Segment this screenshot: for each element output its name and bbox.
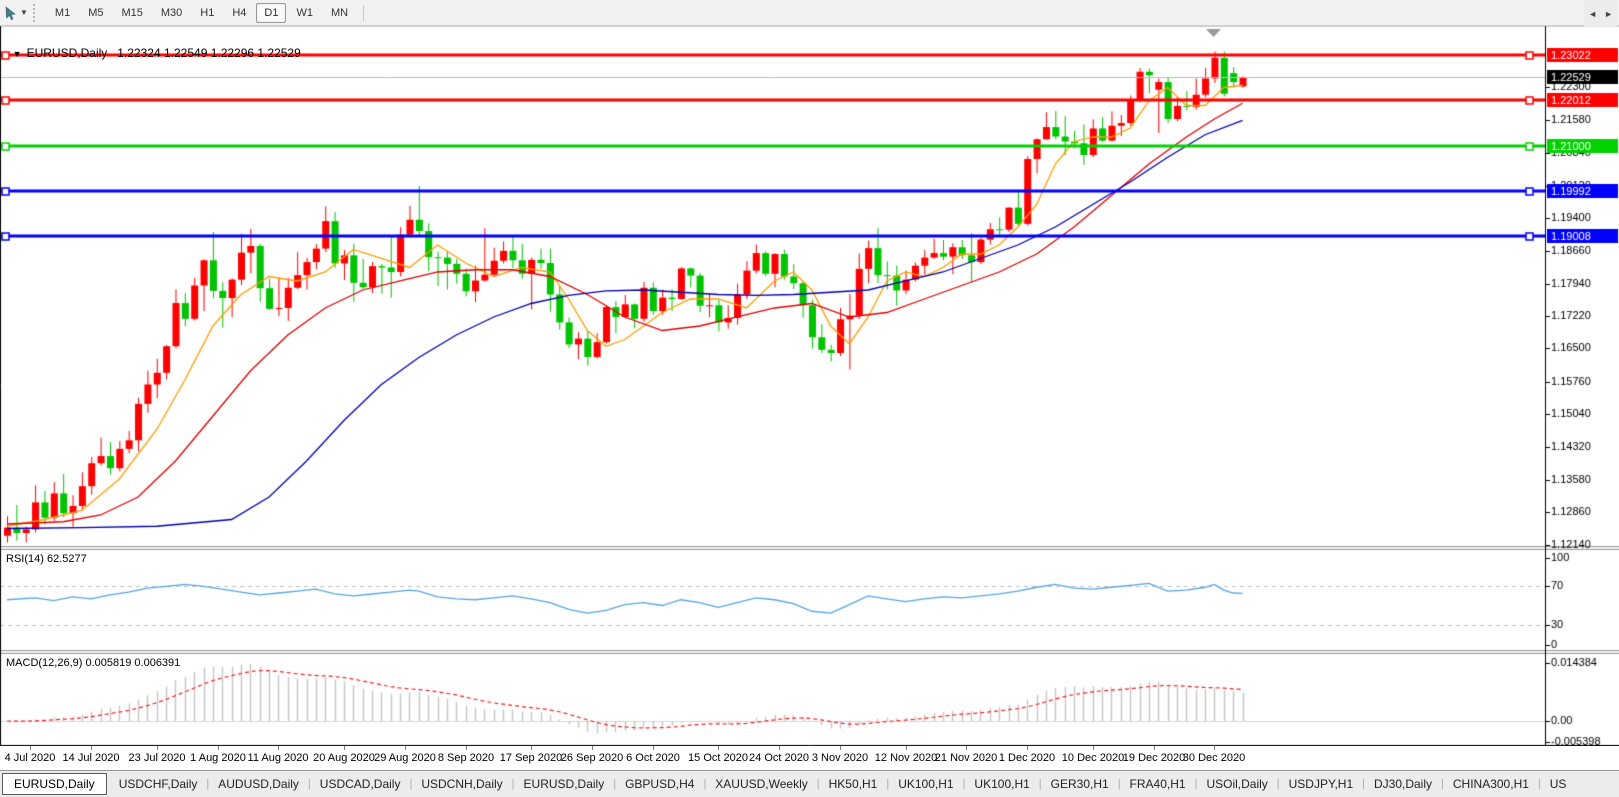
chart-tab-dj30-daily[interactable]: DJ30,Daily [1365,774,1441,794]
toolbar-separator [363,5,364,21]
date-axis-label: 21 Nov 2020 [935,752,997,764]
chart-tab-ger30-h1[interactable]: GER30,H1 [1042,774,1118,794]
chart-tab-china300-h1[interactable]: CHINA300,H1 [1444,774,1538,794]
date-axis-label: 1 Aug 2020 [190,752,246,764]
date-axis-tick [779,746,780,750]
tab-scroll-arrows: ◄ ► [1584,0,1617,27]
timeframe-buttons: M1M5M15M30H1H4D1W1MN [46,3,357,23]
price-chart-canvas[interactable] [0,25,1619,747]
date-axis-label: 12 Nov 2020 [875,752,937,764]
rsi-label: RSI(14) 62.5277 [6,553,87,565]
date-axis-label: 29 Aug 2020 [374,752,436,764]
date-axis-label: 17 Sep 2020 [500,752,562,764]
chart-tab-eurusd-daily[interactable]: EURUSD,Daily [515,774,614,794]
date-axis-tick [218,746,219,750]
chart-tab-usdcnh-daily[interactable]: USDCNH,Daily [412,774,511,794]
date-axis-tick [966,746,967,750]
date-axis[interactable]: 4 Jul 2020 14 Jul 2020 23 Jul 2020 1 Aug 20… [0,746,1619,770]
date-axis-label: 3 Nov 2020 [812,752,868,764]
date-axis-tick [157,746,158,750]
date-axis-tick [906,746,907,750]
date-axis-label: 8 Sep 2020 [438,752,494,764]
date-axis-tick [466,746,467,750]
timeframe-button-h4[interactable]: H4 [224,3,254,23]
timeframe-button-mn[interactable]: MN [323,3,356,23]
date-axis-label: 24 Oct 2020 [749,752,809,764]
date-axis-tick [718,746,719,750]
date-axis-tick [531,746,532,750]
chart-tab-usdchf-daily[interactable]: USDCHF,Daily [110,774,207,794]
date-axis-label: 23 Jul 2020 [129,752,186,764]
chart-title: ▼ EURUSD,Daily 1.22324 1.22549 1.22296 1.… [6,32,301,60]
date-axis-label: 6 Oct 2020 [626,752,680,764]
chart-tab-xauusd-weekly[interactable]: XAUUSD,Weekly [706,774,816,794]
chart-tab-usoil-daily[interactable]: USOil,Daily [1197,774,1276,794]
date-axis-label: 4 Jul 2020 [5,752,56,764]
date-axis-tick [592,746,593,750]
chart-tab-gbpusd-h4[interactable]: GBPUSD,H4 [616,774,703,794]
date-axis-tick [1214,746,1215,750]
date-axis-tick [840,746,841,750]
toolbar-grip [33,4,40,22]
date-axis-tick [278,746,279,750]
cursor-tool-icon[interactable] [2,4,20,22]
timeframe-button-w1[interactable]: W1 [288,3,321,23]
date-axis-label: 30 Dec 2020 [1183,752,1245,764]
date-axis-tick [91,746,92,750]
timeframe-button-m15[interactable]: M15 [113,3,150,23]
date-axis-tick [1027,746,1028,750]
date-axis-label: 20 Aug 2020 [313,752,375,764]
collapse-icon[interactable]: ▼ [13,49,22,59]
chart-tab-uk100-h1[interactable]: UK100,H1 [889,774,962,794]
chart-tab-bar: EURUSD,DailyUSDCHF,Daily|AUDUSD,Daily|US… [0,770,1619,797]
top-toolbar: ▼ M1M5M15M30H1H4D1W1MN [0,0,1619,26]
timeframe-button-m1[interactable]: M1 [47,3,78,23]
chart-tab-us[interactable]: US [1541,774,1576,794]
chart-tab-hk50-h1[interactable]: HK50,H1 [820,774,887,794]
timeframe-button-m5[interactable]: M5 [80,3,111,23]
chart-tab-audusd-daily[interactable]: AUDUSD,Daily [209,774,308,794]
chart-tab-fra40-h1[interactable]: FRA40,H1 [1121,774,1195,794]
date-axis-tick [1093,746,1094,750]
date-axis-tick [344,746,345,750]
timeframe-button-m30[interactable]: M30 [153,3,190,23]
chart-tab-usdcad-daily[interactable]: USDCAD,Daily [311,774,410,794]
date-axis-label: 26 Sep 2020 [561,752,623,764]
timeframe-button-h1[interactable]: H1 [192,3,222,23]
dropdown-caret-icon[interactable]: ▼ [20,8,28,17]
chart-title-text: EURUSD,Daily 1.22324 1.22549 1.22296 1.2… [27,46,301,60]
chart-tab-uk100-h1[interactable]: UK100,H1 [965,774,1038,794]
date-axis-tick [653,746,654,750]
date-axis-label: 1 Dec 2020 [999,752,1055,764]
date-axis-label: 11 Aug 2020 [248,752,309,764]
date-axis-tick [405,746,406,750]
date-axis-tick [1154,746,1155,750]
date-axis-label: 10 Dec 2020 [1062,752,1124,764]
tab-scroll-right-icon[interactable]: ► [1604,9,1613,19]
macd-label: MACD(12,26,9) 0.005819 0.006391 [6,657,180,669]
tab-scroll-left-icon[interactable]: ◄ [1588,9,1597,19]
date-axis-tick [30,746,31,750]
date-axis-label: 15 Oct 2020 [688,752,748,764]
chart-tab-eurusd-daily[interactable]: EURUSD,Daily [2,773,107,795]
chart-tab-usdjpy-h1[interactable]: USDJPY,H1 [1280,774,1362,794]
date-axis-label: 19 Dec 2020 [1123,752,1185,764]
cursor-arrow-icon [4,6,18,20]
date-axis-label: 14 Jul 2020 [63,752,120,764]
timeframe-button-d1[interactable]: D1 [256,3,286,23]
